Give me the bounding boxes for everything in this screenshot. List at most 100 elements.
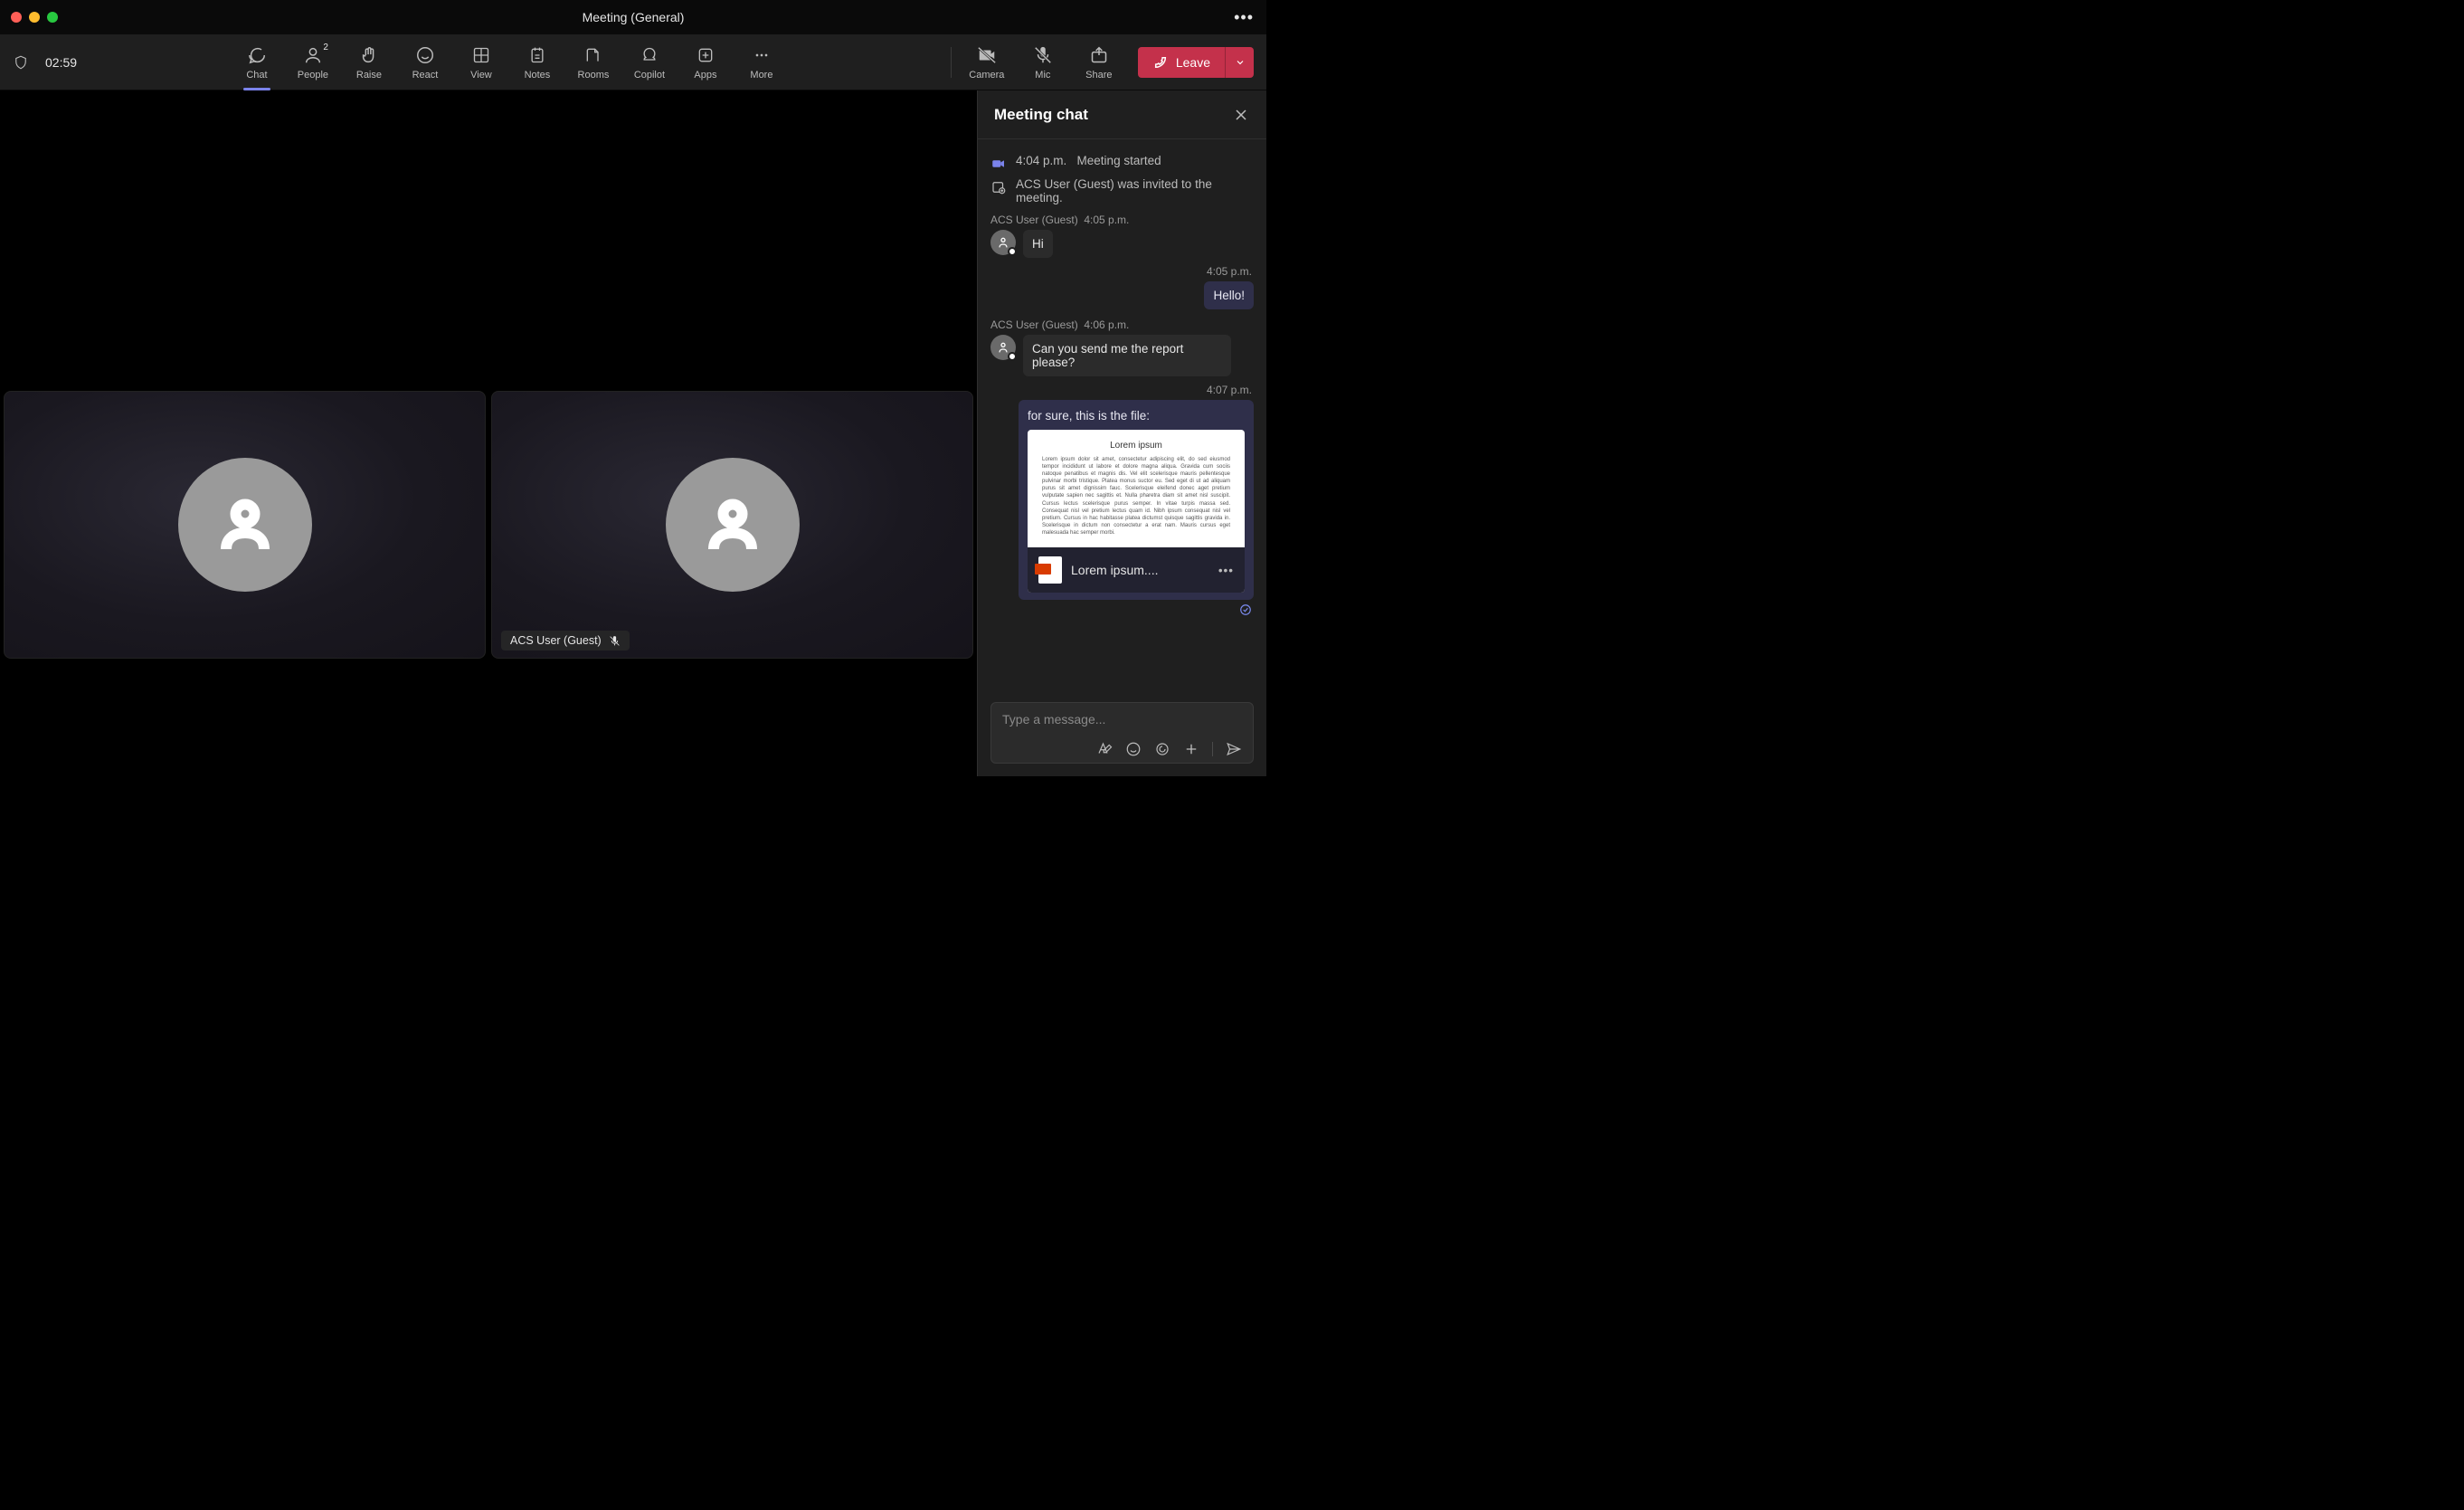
send-button[interactable]: [1226, 741, 1242, 757]
copilot-tab[interactable]: Copilot: [623, 37, 676, 88]
message-time: 4:05 p.m.: [990, 265, 1252, 278]
file-name: Lorem ipsum....: [1071, 563, 1209, 577]
presence-indicator: [1008, 247, 1017, 256]
emoji-button[interactable]: [1125, 741, 1142, 757]
window-title: Meeting (General): [583, 10, 685, 24]
shield-icon[interactable]: [13, 54, 29, 71]
attach-button[interactable]: [1183, 741, 1199, 757]
system-time: 4:04 p.m.: [1016, 154, 1066, 167]
apps-icon: [697, 44, 715, 66]
apps-tab[interactable]: Apps: [679, 37, 732, 88]
mic-muted-icon: [609, 635, 621, 647]
share-button[interactable]: Share: [1073, 37, 1125, 88]
react-label: React: [412, 70, 439, 81]
toolbar: 02:59 Chat 2 People Raise React View Not…: [0, 34, 1266, 90]
chat-message-incoming[interactable]: Hi: [1023, 230, 1053, 258]
video-icon: [990, 156, 1007, 172]
raise-hand-icon: [359, 44, 379, 66]
participant-name-pill: ACS User (Guest): [501, 631, 630, 651]
mic-button[interactable]: Mic: [1017, 37, 1069, 88]
window-minimize-button[interactable]: [29, 12, 40, 23]
chevron-down-icon: [1235, 57, 1246, 68]
presence-indicator: [1008, 352, 1017, 361]
camera-button[interactable]: Camera: [961, 37, 1013, 88]
rooms-icon: [584, 44, 602, 66]
leave-button[interactable]: Leave: [1138, 47, 1225, 78]
avatar-placeholder: [178, 458, 312, 592]
toolbar-divider: [951, 47, 952, 78]
file-preview-body: Lorem ipsum dolor sit amet, consectetur …: [1042, 456, 1230, 537]
participant-tile-guest[interactable]: ACS User (Guest): [491, 391, 973, 659]
view-tab[interactable]: View: [455, 37, 507, 88]
file-preview: Lorem ipsum Lorem ipsum dolor sit amet, …: [1028, 430, 1245, 547]
avatar: [990, 335, 1016, 360]
view-icon: [472, 44, 490, 66]
people-count-badge: 2: [323, 43, 328, 52]
people-tab[interactable]: 2 People: [287, 37, 339, 88]
share-label: Share: [1085, 70, 1112, 81]
title-more-button[interactable]: •••: [1234, 8, 1254, 27]
rooms-tab[interactable]: Rooms: [567, 37, 620, 88]
more-label: More: [750, 70, 772, 81]
powerpoint-file-icon: [1038, 556, 1062, 584]
notes-tab[interactable]: Notes: [511, 37, 564, 88]
compose-box[interactable]: [990, 702, 1254, 764]
apps-label: Apps: [694, 70, 716, 81]
rooms-label: Rooms: [578, 70, 610, 81]
people-label: People: [298, 70, 328, 81]
mic-label: Mic: [1035, 70, 1050, 81]
message-time: 4:06 p.m.: [1084, 318, 1129, 331]
raise-tab[interactable]: Raise: [343, 37, 395, 88]
raise-label: Raise: [356, 70, 382, 81]
message-input[interactable]: [1002, 712, 1242, 727]
format-button[interactable]: [1096, 741, 1113, 757]
chat-tab[interactable]: Chat: [231, 37, 283, 88]
participant-tile-self[interactable]: [4, 391, 486, 659]
video-stage: ACS User (Guest): [0, 90, 977, 776]
chat-panel: Meeting chat 4:04 p.m. Meeting started A…: [977, 90, 1266, 776]
message-time: 4:07 p.m.: [990, 384, 1252, 396]
people-icon: [303, 44, 323, 66]
window-zoom-button[interactable]: [47, 12, 58, 23]
system-message: 4:04 p.m. Meeting started: [990, 154, 1254, 172]
chat-icon: [247, 44, 267, 66]
share-icon: [1090, 44, 1108, 66]
view-label: View: [470, 70, 492, 81]
mic-off-icon: [1033, 44, 1053, 66]
chat-message-incoming[interactable]: Can you send me the report please?: [1023, 335, 1231, 376]
react-icon: [415, 44, 435, 66]
message-author: ACS User (Guest): [990, 318, 1078, 331]
compose-divider: [1212, 742, 1213, 756]
traffic-lights: [11, 12, 58, 23]
system-text: Meeting started: [1077, 154, 1161, 167]
chat-message-outgoing[interactable]: for sure, this is the file: Lorem ipsum …: [1019, 400, 1254, 600]
message-author: ACS User (Guest): [990, 214, 1078, 226]
chat-panel-title: Meeting chat: [994, 106, 1088, 124]
titlebar: Meeting (General) •••: [0, 0, 1266, 34]
copilot-label: Copilot: [634, 70, 665, 81]
notes-label: Notes: [525, 70, 551, 81]
system-message: ACS User (Guest) was invited to the meet…: [990, 177, 1254, 204]
more-icon: [753, 44, 771, 66]
loop-button[interactable]: [1154, 741, 1170, 757]
more-tab[interactable]: More: [735, 37, 788, 88]
avatar-placeholder: [666, 458, 800, 592]
avatar: [990, 230, 1016, 255]
hangup-icon: [1152, 54, 1169, 71]
react-tab[interactable]: React: [399, 37, 451, 88]
window-close-button[interactable]: [11, 12, 22, 23]
file-attachment[interactable]: Lorem ipsum Lorem ipsum dolor sit amet, …: [1028, 430, 1245, 593]
chat-message-list[interactable]: 4:04 p.m. Meeting started ACS User (Gues…: [978, 139, 1266, 693]
person-add-icon: [990, 179, 1007, 195]
leave-label: Leave: [1176, 55, 1210, 70]
system-text: ACS User (Guest) was invited to the meet…: [1016, 177, 1254, 204]
chat-message-outgoing[interactable]: Hello!: [1204, 281, 1254, 309]
chat-label: Chat: [246, 70, 267, 81]
camera-label: Camera: [969, 70, 1004, 81]
message-time: 4:05 p.m.: [1084, 214, 1129, 226]
copilot-icon: [640, 44, 659, 66]
leave-options-button[interactable]: [1225, 47, 1254, 78]
close-chat-button[interactable]: [1232, 106, 1250, 124]
file-more-button[interactable]: •••: [1218, 564, 1234, 577]
notes-icon: [528, 44, 546, 66]
